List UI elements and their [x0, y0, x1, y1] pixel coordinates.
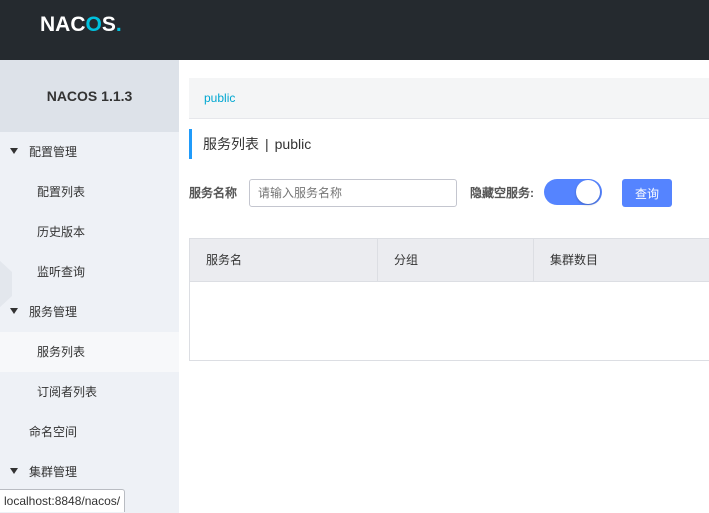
sidebar-item-label: 服务列表: [37, 345, 86, 359]
sidebar-item-namespace[interactable]: 命名空间: [0, 412, 179, 452]
status-bar-url: localhost:8848/nacos/: [0, 489, 126, 512]
page-title-text: 服务列表: [203, 136, 259, 152]
logo-o-letter: O: [85, 13, 102, 36]
sidebar-item-config-list[interactable]: 配置列表: [0, 172, 179, 212]
column-header-service-name[interactable]: 服务名: [190, 239, 378, 281]
top-header: NAC O S.: [0, 0, 709, 60]
nacos-logo[interactable]: NAC O S.: [40, 12, 122, 38]
namespace-link-public[interactable]: public: [204, 78, 235, 118]
sidebar-item-label: 服务管理: [29, 305, 78, 319]
hide-empty-service-toggle[interactable]: [544, 179, 602, 205]
page-title-namespace: public: [274, 136, 312, 152]
column-header-cluster-count[interactable]: 集群数目: [534, 239, 709, 281]
title-separator: |: [265, 136, 269, 152]
table-body-empty: [190, 282, 709, 361]
sidebar-group-service-management[interactable]: 服务管理: [0, 292, 179, 332]
namespace-bar: public: [189, 78, 709, 119]
query-button[interactable]: 查询: [622, 179, 672, 207]
filter-form: 服务名称 隐藏空服务: 查询: [189, 178, 709, 208]
column-header-group[interactable]: 分组: [378, 239, 534, 281]
sidebar-item-label: 集群管理: [29, 465, 78, 479]
sidebar-item-service-list[interactable]: 服务列表: [0, 332, 179, 372]
sidebar-group-config-management[interactable]: 配置管理: [0, 132, 179, 172]
sidebar-group-cluster-management[interactable]: 集群管理: [0, 452, 179, 492]
hide-empty-service-label: 隐藏空服务:: [470, 186, 534, 200]
sidebar-item-label: 订阅者列表: [37, 385, 98, 399]
service-table: 服务名 分组 集群数目: [189, 238, 709, 361]
sidebar-item-label: 历史版本: [37, 225, 86, 239]
service-name-input[interactable]: [249, 179, 457, 207]
sidebar-item-listener-query[interactable]: 监听查询: [0, 252, 179, 292]
table-header: 服务名 分组 集群数目: [190, 239, 709, 282]
sidebar-item-label: 命名空间: [29, 425, 78, 439]
page-title: 服务列表 | public: [189, 129, 311, 159]
sidebar-item-history-version[interactable]: 历史版本: [0, 212, 179, 252]
sidebar-item-label: 配置列表: [37, 185, 86, 199]
caret-down-icon: [10, 308, 18, 314]
sidebar-item-subscriber-list[interactable]: 订阅者列表: [0, 372, 179, 412]
caret-down-icon: [10, 148, 18, 154]
sidebar-item-label: 监听查询: [37, 265, 86, 279]
sidebar-version-title: NACOS 1.1.3: [0, 60, 179, 132]
sidebar: NACOS 1.1.3 配置管理 配置列表 历史版本 监听查询 服务管理 服务列…: [0, 60, 179, 513]
sidebar-item-label: 配置管理: [29, 145, 78, 159]
main-content: public 服务列表 | public 服务名称 隐藏空服务: 查询 服务名 分组…: [179, 60, 709, 513]
caret-down-icon: [10, 468, 18, 474]
service-name-label: 服务名称: [189, 186, 238, 200]
toggle-knob: [576, 180, 600, 204]
